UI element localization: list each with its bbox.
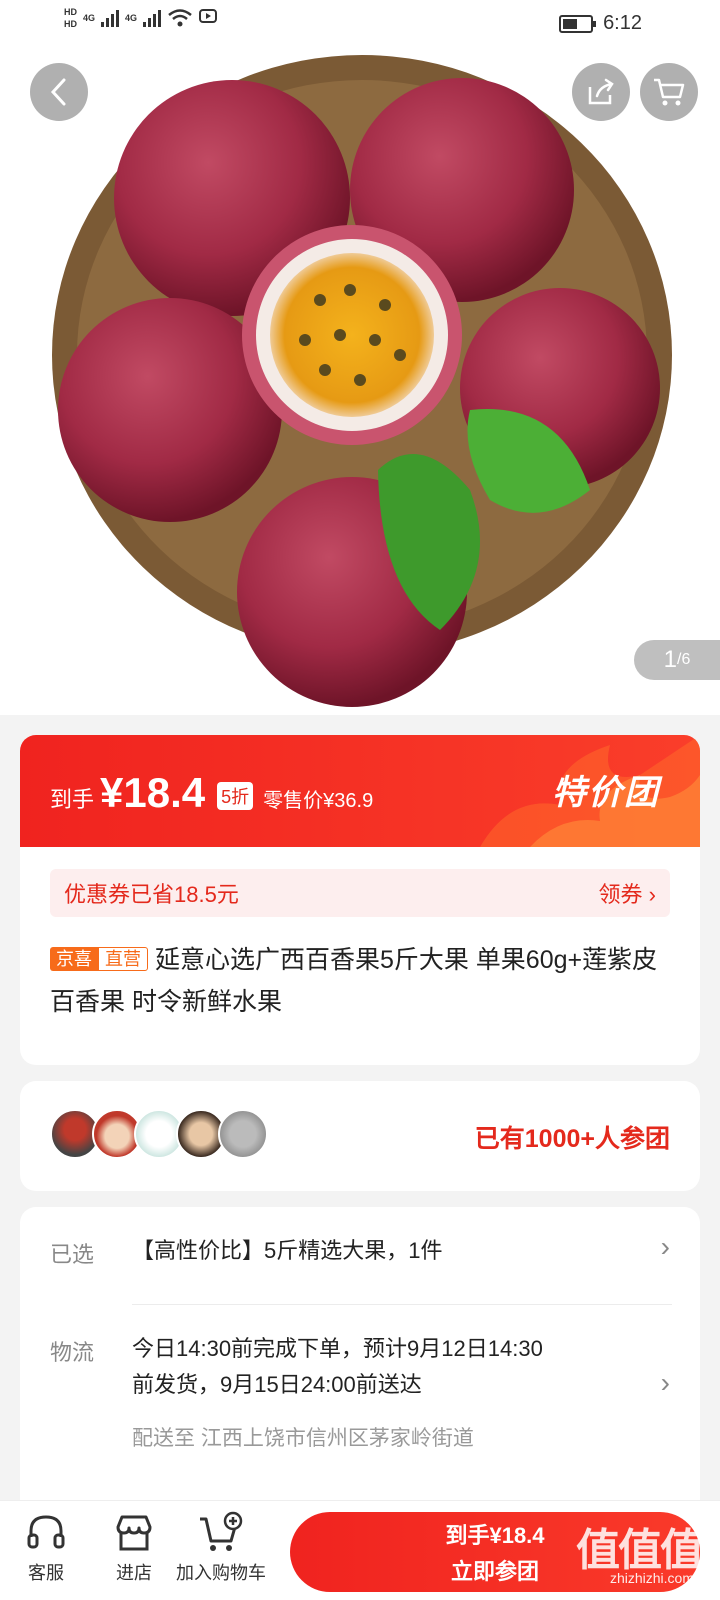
store-button[interactable]: 进店 (112, 1511, 156, 1585)
signal-icon-2 (143, 9, 162, 27)
join-group-price: 到手¥18.4 (445, 1523, 545, 1548)
battery-icon (559, 14, 597, 33)
divider (132, 1304, 672, 1305)
claim-coupon-link[interactable]: 领券 › (599, 877, 656, 909)
direct-tag: 直营 (98, 947, 148, 971)
watermark-url: zhizhizhi.com (609, 1570, 694, 1586)
logistics-line-1: 今日14:30前完成下单，预计9月12日14:30 (132, 1336, 543, 1361)
network-label-2: 4G (125, 13, 138, 23)
wifi-icon (168, 9, 192, 27)
back-button[interactable] (30, 63, 88, 121)
share-button[interactable] (572, 63, 630, 121)
logistics-line-2: 前发货，9月15日24:00前送达 (132, 1372, 422, 1397)
avatar (218, 1109, 268, 1159)
price-line: 到手 ¥18.4 5折 零售价¥36.9 (50, 769, 373, 817)
status-left: HD HD 4G 4G (64, 6, 218, 30)
customer-service-label: 客服 (28, 1563, 64, 1583)
product-image (52, 55, 672, 707)
coupon-banner[interactable]: 优惠券已省18.5元 领券 › (50, 869, 670, 917)
jingxi-tag: 京喜 (50, 947, 98, 971)
group-buy-card[interactable]: 已有1000+人参团 (20, 1081, 700, 1191)
product-title-block: 京喜 直营 延意心选广西百香果5斤大果 单果60g+莲紫皮百香果 时令新鲜水果 (50, 939, 670, 1023)
cart-icon (654, 78, 685, 106)
add-to-cart-button[interactable]: 加入购物车 (176, 1511, 266, 1585)
chevron-right-icon: › (648, 882, 656, 907)
network-label-1: 4G (83, 13, 96, 23)
product-image-gallery[interactable]: 1/6 (0, 50, 720, 715)
watermark-logo: 值值值 (576, 1526, 704, 1575)
chevron-right-icon: › (660, 1367, 670, 1398)
signal-icon (101, 9, 120, 27)
special-group-badge: 特价团 (552, 774, 660, 812)
store-icon (116, 1515, 152, 1551)
hd-label-1: HD (64, 7, 77, 17)
product-info-card: 到手 ¥18.4 5折 零售价¥36.9 特价团 优惠券已省18.5元 领券 ›… (20, 735, 700, 1065)
ship-to-address: 配送至 江西上饶市信州区茅家岭街道 (132, 1427, 474, 1450)
options-card: 已选 【高性价比】5斤精选大果，1件 › 物流 今日14:30前完成下单，预计9… (20, 1207, 700, 1507)
chevron-right-icon: › (660, 1231, 670, 1262)
chevron-left-icon (50, 78, 66, 106)
participant-avatars (50, 1109, 268, 1159)
image-counter: 1/6 (634, 640, 720, 680)
customer-service-button[interactable]: 客服 (24, 1511, 68, 1585)
selection-label: 已选 (50, 1242, 95, 1267)
cart-button[interactable] (640, 63, 698, 121)
image-counter-current: 1 (663, 646, 677, 673)
claim-coupon-label: 领券 (598, 882, 643, 907)
headset-icon (27, 1515, 65, 1549)
add-to-cart-label: 加入购物车 (176, 1563, 266, 1583)
image-counter-total: /6 (677, 651, 691, 668)
discount-badge: 5折 (217, 782, 254, 810)
add-cart-icon (200, 1511, 243, 1551)
hd-label-2: HD (64, 19, 77, 29)
hd-indicator: HD HD (64, 6, 77, 30)
join-group-label: 立即参团 (450, 1559, 539, 1584)
clock: 6:12 (603, 12, 642, 34)
share-icon (588, 78, 614, 105)
selection-value: 【高性价比】5斤精选大果，1件 (132, 1238, 443, 1263)
store-label: 进店 (116, 1563, 152, 1583)
price-band: 到手 ¥18.4 5折 零售价¥36.9 特价团 (20, 735, 700, 847)
group-count-text: 已有1000+人参团 (474, 1125, 670, 1153)
status-right: 6:12 (559, 12, 642, 35)
final-price: ¥18.4 (100, 769, 206, 816)
media-icon (199, 9, 218, 23)
original-price: 零售价¥36.9 (263, 790, 374, 812)
logistics-label: 物流 (50, 1340, 95, 1365)
status-bar: HD HD 4G 4G 6:12 (0, 0, 720, 50)
final-price-label: 到手 (50, 787, 95, 812)
coupon-text: 优惠券已省18.5元 (64, 882, 239, 907)
